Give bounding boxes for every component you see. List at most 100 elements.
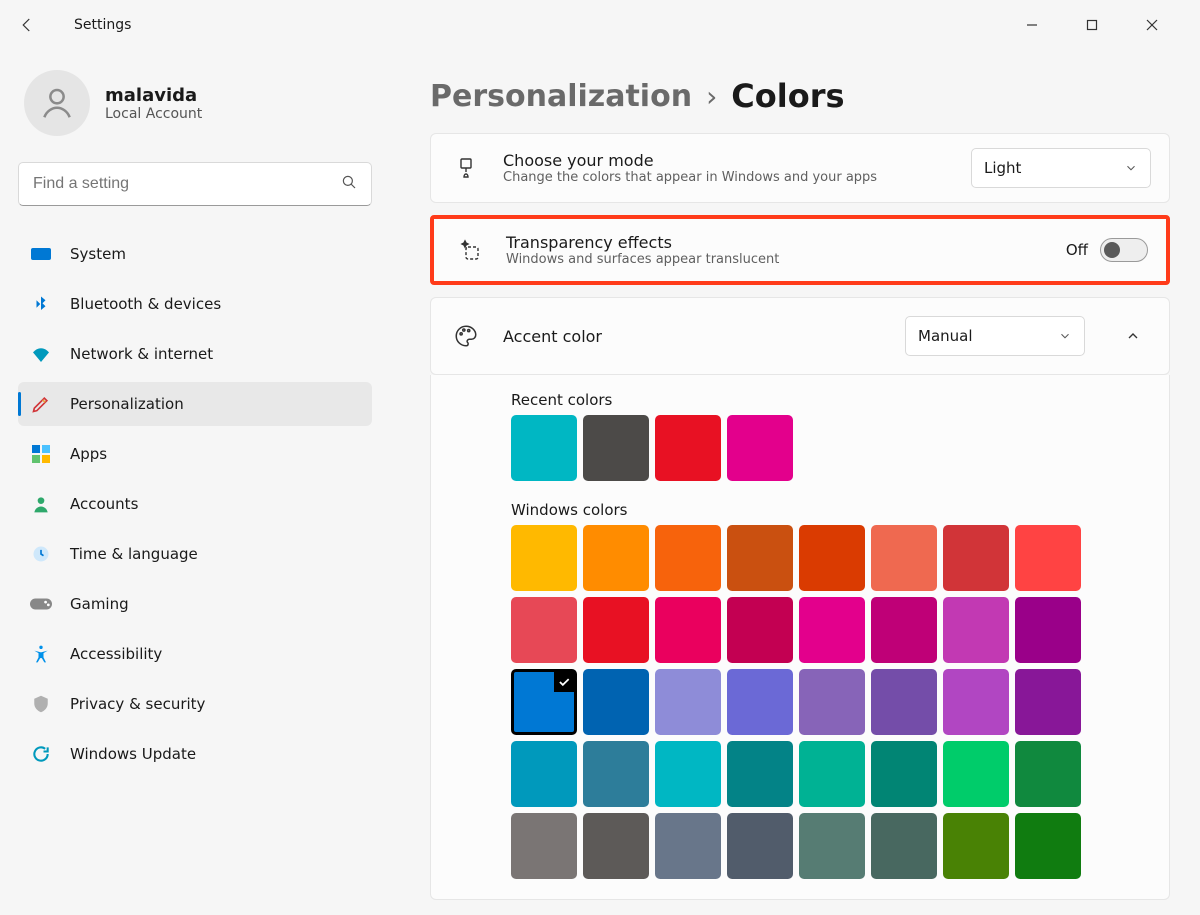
gaming-icon (30, 593, 52, 615)
windows-color-swatch[interactable] (799, 525, 865, 591)
time-icon (30, 543, 52, 565)
user-icon (38, 84, 76, 122)
brush-icon (449, 156, 483, 180)
recent-colors-label: Recent colors (511, 391, 1169, 409)
windows-color-swatch[interactable] (583, 525, 649, 591)
windows-color-swatch[interactable] (943, 669, 1009, 735)
choose-mode-card: Choose your mode Change the colors that … (430, 133, 1170, 203)
windows-color-swatch[interactable] (511, 741, 577, 807)
windows-color-swatch[interactable] (871, 525, 937, 591)
recent-color-swatch[interactable] (583, 415, 649, 481)
windows-color-swatch[interactable] (1015, 741, 1081, 807)
app-title: Settings (74, 17, 131, 33)
sparkle-icon (452, 238, 486, 262)
recent-color-swatch[interactable] (727, 415, 793, 481)
sidebar-item-label: Apps (70, 445, 107, 463)
windows-color-swatch[interactable] (655, 597, 721, 663)
windows-color-swatch[interactable] (583, 813, 649, 879)
sidebar-item-label: Accounts (70, 495, 138, 513)
sidebar-item-label: Accessibility (70, 645, 162, 663)
windows-color-swatch[interactable] (943, 813, 1009, 879)
windows-color-swatch[interactable] (799, 669, 865, 735)
accent-color-dropdown[interactable]: Manual (905, 316, 1085, 356)
recent-color-swatch[interactable] (655, 415, 721, 481)
windows-color-swatch[interactable] (943, 525, 1009, 591)
accessibility-icon (30, 643, 52, 665)
windows-color-swatch[interactable] (871, 597, 937, 663)
sidebar-item-time[interactable]: Time & language (18, 532, 372, 576)
recent-colors-row (511, 415, 1087, 481)
windows-color-swatch[interactable] (871, 669, 937, 735)
windows-color-swatch[interactable] (871, 741, 937, 807)
avatar (24, 70, 90, 136)
windows-color-swatch[interactable] (1015, 813, 1081, 879)
windows-color-swatch[interactable] (655, 669, 721, 735)
windows-color-swatch[interactable] (655, 525, 721, 591)
check-icon (554, 672, 574, 692)
recent-color-swatch[interactable] (511, 415, 577, 481)
breadcrumb-parent[interactable]: Personalization (430, 79, 692, 114)
windows-color-swatch[interactable] (1015, 525, 1081, 591)
window-close-button[interactable] (1132, 9, 1172, 41)
windows-color-swatch[interactable] (727, 741, 793, 807)
maximize-icon (1086, 19, 1098, 31)
sidebar-item-label: System (70, 245, 126, 263)
transparency-toggle[interactable] (1100, 238, 1148, 262)
windows-colors-label: Windows colors (511, 501, 1169, 519)
windows-color-swatch[interactable] (943, 597, 1009, 663)
personalization-icon (30, 393, 52, 415)
windows-color-swatch[interactable] (727, 525, 793, 591)
windows-color-swatch[interactable] (511, 813, 577, 879)
windows-color-swatch[interactable] (583, 741, 649, 807)
sidebar-item-network[interactable]: Network & internet (18, 332, 372, 376)
sidebar-item-label: Gaming (70, 595, 129, 613)
sidebar-item-system[interactable]: System (18, 232, 372, 276)
nav-list: System Bluetooth & devices Network & inter… (18, 232, 372, 776)
transparency-title: Transparency effects (506, 233, 1046, 252)
windows-color-swatch[interactable] (511, 669, 577, 735)
windows-color-swatch[interactable] (799, 813, 865, 879)
network-icon (30, 343, 52, 365)
sidebar-item-personalization[interactable]: Personalization (18, 382, 372, 426)
accounts-icon (30, 493, 52, 515)
back-button[interactable] (10, 8, 44, 42)
windows-color-swatch[interactable] (727, 669, 793, 735)
sidebar-item-privacy[interactable]: Privacy & security (18, 682, 372, 726)
windows-color-swatch[interactable] (727, 813, 793, 879)
sidebar-item-gaming[interactable]: Gaming (18, 582, 372, 626)
windows-color-swatch[interactable] (871, 813, 937, 879)
choose-mode-subtitle: Change the colors that appear in Windows… (503, 170, 951, 185)
search-input[interactable] (18, 162, 372, 206)
windows-color-swatch[interactable] (655, 813, 721, 879)
window-minimize-button[interactable] (1012, 9, 1052, 41)
windows-color-swatch[interactable] (943, 741, 1009, 807)
windows-color-swatch[interactable] (655, 741, 721, 807)
windows-color-swatch[interactable] (511, 525, 577, 591)
sidebar: malavida Local Account System Bluetooth &… (0, 50, 390, 915)
sidebar-item-accessibility[interactable]: Accessibility (18, 632, 372, 676)
user-block[interactable]: malavida Local Account (24, 70, 372, 136)
close-icon (1146, 19, 1158, 31)
accent-color-value: Manual (918, 327, 973, 345)
windows-color-swatch[interactable] (727, 597, 793, 663)
accent-expand-button[interactable] (1115, 318, 1151, 354)
windows-color-swatch[interactable] (1015, 669, 1081, 735)
windows-color-swatch[interactable] (799, 741, 865, 807)
search-box[interactable] (18, 162, 372, 206)
sidebar-item-update[interactable]: Windows Update (18, 732, 372, 776)
sidebar-item-apps[interactable]: Apps (18, 432, 372, 476)
window-maximize-button[interactable] (1072, 9, 1112, 41)
transparency-state-label: Off (1066, 241, 1088, 259)
windows-color-swatch[interactable] (511, 597, 577, 663)
sidebar-item-label: Network & internet (70, 345, 213, 363)
windows-color-swatch[interactable] (799, 597, 865, 663)
choose-mode-dropdown[interactable]: Light (971, 148, 1151, 188)
windows-color-swatch[interactable] (583, 597, 649, 663)
user-name: malavida (105, 85, 202, 106)
windows-color-swatch[interactable] (1015, 597, 1081, 663)
sidebar-item-bluetooth[interactable]: Bluetooth & devices (18, 282, 372, 326)
transparency-effects-card: Transparency effects Windows and surface… (430, 215, 1170, 285)
windows-color-swatch[interactable] (583, 669, 649, 735)
palette-icon (449, 323, 483, 349)
sidebar-item-accounts[interactable]: Accounts (18, 482, 372, 526)
